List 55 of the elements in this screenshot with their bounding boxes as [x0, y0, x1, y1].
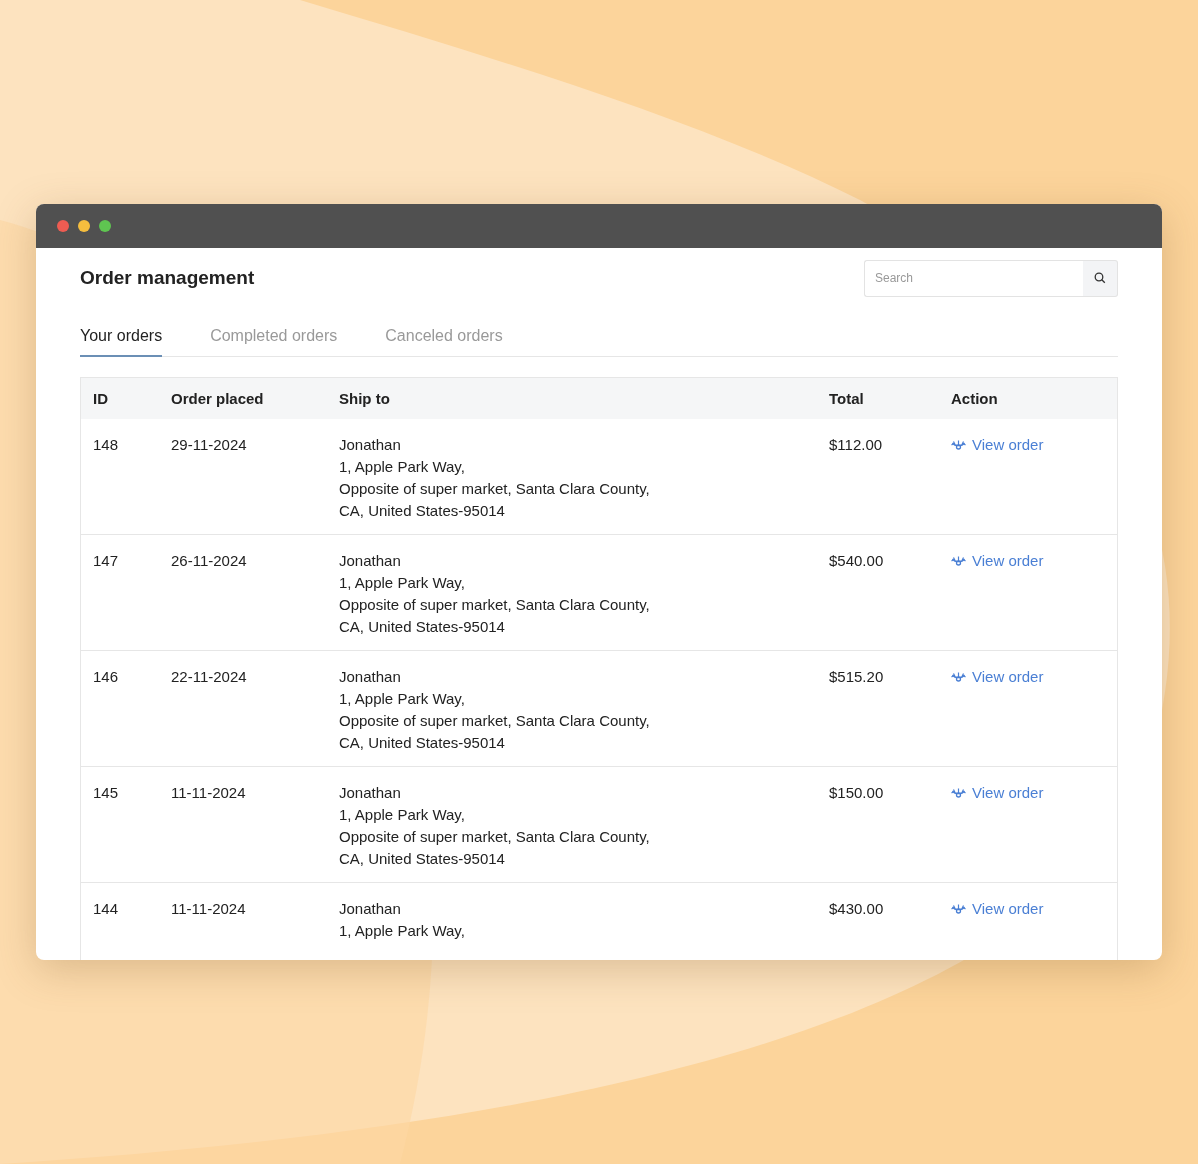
table-cell-text: $515.20 [829, 667, 885, 687]
view-order-link[interactable]: View order [951, 434, 1044, 456]
closed-eye-icon [951, 671, 966, 683]
address-line: Opposite of super market, Santa Clara County, [339, 711, 650, 731]
address-line: 1, Apple Park Way, [339, 573, 465, 593]
table-cell-text: 22-11-2024 [171, 667, 248, 687]
table-cell-text: 145 [93, 783, 120, 803]
table-cell-text: 11-11-2024 [171, 899, 247, 919]
tab[interactable]: Canceled orders [385, 327, 503, 357]
table-cell-text: 144 [93, 899, 120, 919]
address-line: 1, Apple Park Way, [339, 457, 465, 477]
address-line: Opposite of super market, Santa Clara County, [339, 479, 650, 499]
address-line: CA, United States-95014 [339, 849, 505, 869]
column-header: Order placed [171, 388, 265, 409]
table-cell-text: 148 [93, 435, 120, 455]
tab[interactable]: Completed orders [210, 327, 338, 357]
address-line: CA, United States-95014 [339, 501, 505, 521]
address-line: 1, Apple Park Way, [339, 689, 465, 709]
table-cell-text: 26-11-2024 [171, 551, 248, 571]
maximize-window-icon[interactable] [99, 220, 111, 232]
close-window-icon[interactable] [57, 220, 69, 232]
table-cell-text: $540.00 [829, 551, 885, 571]
address-line: Jonathan [339, 667, 401, 687]
minimize-window-icon[interactable] [78, 220, 90, 232]
table-cell-text: 11-11-2024 [171, 783, 247, 803]
address-line: CA, United States-95014 [339, 733, 505, 753]
view-order-link[interactable]: View order [951, 782, 1044, 804]
view-order-link[interactable]: View order [951, 898, 1044, 920]
view-order-link[interactable]: View order [951, 666, 1044, 688]
closed-eye-icon [951, 555, 966, 567]
address-line: Jonathan [339, 551, 401, 571]
closed-eye-icon [951, 787, 966, 799]
address-line: Opposite of super market, Santa Clara County, [339, 827, 650, 847]
address-line: 1, Apple Park Way, [339, 921, 465, 941]
table-cell-text: $112.00 [829, 435, 884, 455]
table-cell-text: 147 [93, 551, 120, 571]
column-header: Total [829, 388, 865, 409]
address-line: 1, Apple Park Way, [339, 805, 465, 825]
address-line: Jonathan [339, 899, 401, 919]
address-line: Opposite of super market, Santa Clara County, [339, 595, 650, 615]
closed-eye-icon [951, 903, 966, 915]
column-header: Action [951, 388, 999, 409]
table-cell-text: 29-11-2024 [171, 435, 248, 455]
address-line: CA, United States-95014 [339, 617, 505, 637]
table-cell-text: 146 [93, 667, 120, 687]
column-header: ID [93, 388, 109, 409]
address-line: Jonathan [339, 783, 401, 803]
view-order-link[interactable]: View order [951, 550, 1044, 572]
address-line: Jonathan [339, 435, 401, 455]
table-cell-text: $150.00 [829, 783, 885, 803]
table-cell-text: $430.00 [829, 899, 885, 919]
tab[interactable]: Your orders [80, 327, 163, 357]
column-header: Ship to [339, 388, 391, 409]
page-title: Order management [80, 267, 255, 289]
closed-eye-icon [951, 439, 966, 451]
